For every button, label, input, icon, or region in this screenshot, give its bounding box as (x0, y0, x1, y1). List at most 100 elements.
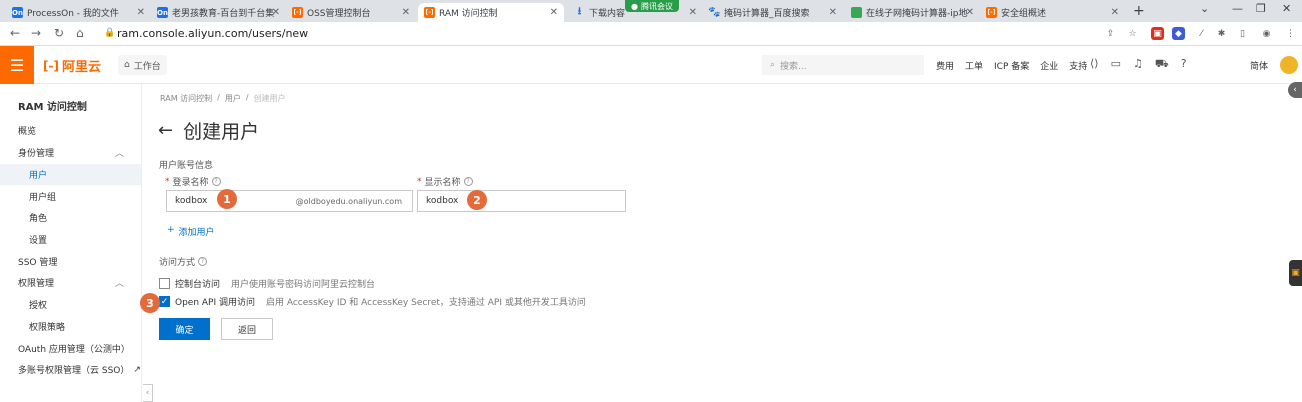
breadcrumb-users[interactable]: 用户 (225, 93, 241, 104)
browser-tab[interactable]: [-] OSS管理控制台 ✕ (286, 3, 416, 22)
close-icon[interactable]: ✕ (402, 7, 410, 18)
kebab-menu-icon[interactable]: ⋮ (1284, 27, 1297, 40)
api-access-option[interactable]: ✓ Open API 调用访问 启用 AccessKey ID 和 Access… (159, 295, 586, 308)
sidebar-item-label: 角色 (29, 214, 48, 224)
maximize-icon[interactable]: ❐ (1256, 2, 1266, 15)
search-input[interactable]: ⌕ 搜索... (762, 55, 924, 75)
sidebar-collapse-button[interactable]: ‹ (143, 384, 153, 402)
browser-tab-active[interactable]: [-] RAM 访问控制 ✕ (418, 3, 564, 22)
sidebar-item-users[interactable]: 用户 (0, 164, 141, 185)
sidebar-item-cloud-sso[interactable]: 多账号权限管理（云 SSO） ↗ (0, 359, 141, 380)
sidebar-item-settings[interactable]: 设置 (0, 229, 141, 250)
add-user-link[interactable]: + 添加用户 (167, 225, 215, 238)
workbench-button[interactable]: ⌂ 工作台 (118, 55, 167, 75)
browser-tab[interactable]: On ProcessOn - 我的文件 ✕ (6, 3, 151, 22)
aliyun-icon: [-] (424, 7, 435, 18)
nav-link-icp[interactable]: ICP 备案 (994, 59, 1029, 72)
close-icon[interactable]: ✕ (272, 7, 280, 18)
back-arrow-icon[interactable]: ← (10, 26, 20, 40)
sidebar-item-roles[interactable]: 角色 (0, 207, 141, 228)
close-icon[interactable]: ✕ (966, 7, 974, 18)
close-icon[interactable]: ✕ (137, 7, 145, 18)
sidebar-item-user-groups[interactable]: 用户组 (0, 186, 141, 207)
nav-link-enterprise[interactable]: 企业 (1040, 59, 1058, 72)
api-access-checkbox[interactable]: ✓ (159, 296, 170, 307)
close-icon[interactable]: ✕ (689, 7, 697, 18)
home-icon[interactable]: ⌂ (76, 26, 84, 40)
close-window-icon[interactable]: ✕ (1282, 2, 1291, 15)
share-icon[interactable]: ⇪ (1104, 27, 1117, 40)
annotation-badge: 1 (217, 189, 237, 209)
sidebar-item-overview[interactable]: 概览 (0, 120, 141, 141)
sidebar-group-permissions[interactable]: 权限管理 ︿ (0, 272, 141, 293)
puzzle-icon[interactable]: ✱ (1215, 27, 1228, 40)
bookmark-star-icon[interactable]: ☆ (1126, 27, 1139, 40)
sidebar-item-grants[interactable]: 授权 (0, 294, 141, 315)
cart-icon[interactable]: ⛟ (1155, 57, 1169, 72)
nav-link-tickets[interactable]: 工单 (965, 59, 983, 72)
browser-tab[interactable]: 在线子网掩码计算器-ip地 ✕ (845, 3, 980, 22)
question-icon[interactable]: ? (198, 257, 208, 266)
avatar[interactable] (1280, 56, 1298, 74)
tab-title: ProcessOn - 我的文件 (27, 9, 119, 19)
new-tab-button[interactable]: + (1133, 3, 1145, 19)
close-icon[interactable]: ✕ (550, 7, 558, 18)
extension-icon[interactable]: ▣ (1151, 27, 1164, 40)
extension-icon[interactable]: ◆ (1172, 27, 1185, 40)
baidu-icon: 🐾 (708, 7, 721, 18)
console-access-checkbox[interactable] (159, 278, 170, 289)
question-icon[interactable]: ? (211, 177, 221, 186)
console-topnav: ☰ [-] 阿里云 ⌂ 工作台 ⌕ 搜索... 费用 工单 ICP 备案 企业 … (0, 46, 1302, 84)
terminal-icon[interactable]: ▭ (1111, 57, 1121, 72)
meeting-badge[interactable]: ● 腾讯会议 (625, 0, 679, 12)
required-marker: * (417, 176, 422, 187)
code-icon[interactable]: ⟨⟩ (1090, 57, 1099, 72)
calculator-site-icon (851, 7, 862, 18)
sidepanel-icon[interactable]: ▯ (1236, 27, 1249, 40)
page-title-text: 创建用户 (183, 121, 260, 143)
browser-tab-strip: On ProcessOn - 我的文件 ✕ On 老男孩教育-百台到千台集 ✕ … (0, 0, 1302, 22)
menu-icon[interactable]: ☰ (0, 46, 34, 84)
sidebar-title: RAM 访问控制 (18, 102, 87, 113)
right-panel-toggle[interactable]: ‹ (1288, 82, 1302, 98)
sidebar-group-identity[interactable]: 身份管理 ︿ (0, 142, 141, 163)
close-icon[interactable]: ✕ (1111, 7, 1119, 18)
login-name-field[interactable]: kodbox @oldboyedu.onaliyun.com (166, 190, 413, 212)
question-icon[interactable]: ? (463, 177, 473, 186)
minimize-icon[interactable]: — (1232, 2, 1243, 15)
chevron-down-icon[interactable]: ⌄ (1200, 2, 1209, 15)
forward-arrow-icon[interactable]: → (31, 26, 41, 40)
back-button[interactable]: 返回 (221, 318, 273, 340)
extension-icon[interactable]: ⁄ (1195, 27, 1208, 40)
display-name-field[interactable]: kodbox (417, 190, 626, 212)
home-icon: ⌂ (124, 60, 130, 70)
login-name-label-text: 登录名称 (172, 178, 209, 188)
tab-title: OSS管理控制台 (307, 9, 371, 19)
browser-tab[interactable]: [-] 安全组概述 ✕ (980, 3, 1125, 22)
back-arrow-icon[interactable]: ← (158, 120, 173, 141)
help-icon[interactable]: ? (1181, 57, 1187, 72)
breadcrumb-ram[interactable]: RAM 访问控制 (160, 93, 212, 104)
url-input[interactable]: ram.console.aliyun.com/users/new (117, 27, 308, 40)
close-icon[interactable]: ✕ (829, 7, 837, 18)
browser-tab[interactable]: 🐾 掩码计算器_百度搜索 ✕ (703, 3, 843, 22)
floating-helper-button[interactable]: ▣ (1289, 260, 1302, 286)
language-switch[interactable]: 简体 (1250, 59, 1268, 72)
aliyun-logo[interactable]: [-] 阿里云 (43, 56, 101, 76)
reload-icon[interactable]: ↻ (54, 26, 64, 40)
nav-link-billing[interactable]: 费用 (936, 59, 954, 72)
access-section-text: 访问方式 (159, 258, 196, 268)
profile-icon[interactable]: ◉ (1260, 27, 1273, 40)
nav-link-support[interactable]: 支持 (1069, 59, 1087, 72)
browser-tab[interactable]: On 老男孩教育-百台到千台集 ✕ (151, 3, 286, 22)
sidebar-item-policies[interactable]: 权限策略 (0, 316, 141, 337)
bell-icon[interactable]: ♫ (1133, 57, 1143, 72)
confirm-button[interactable]: 确定 (159, 318, 210, 340)
console-access-option[interactable]: 控制台访问 用户使用账号密码访问阿里云控制台 (159, 277, 375, 290)
login-name-label: * 登录名称 ? (165, 175, 221, 188)
sidebar-item-sso[interactable]: SSO 管理 (0, 251, 141, 272)
lock-icon[interactable]: 🔒 (104, 28, 115, 38)
workbench-label: 工作台 (133, 61, 161, 72)
sidebar-item-oauth[interactable]: OAuth 应用管理（公测中） (0, 338, 141, 359)
aliyun-icon: [-] (986, 7, 997, 18)
